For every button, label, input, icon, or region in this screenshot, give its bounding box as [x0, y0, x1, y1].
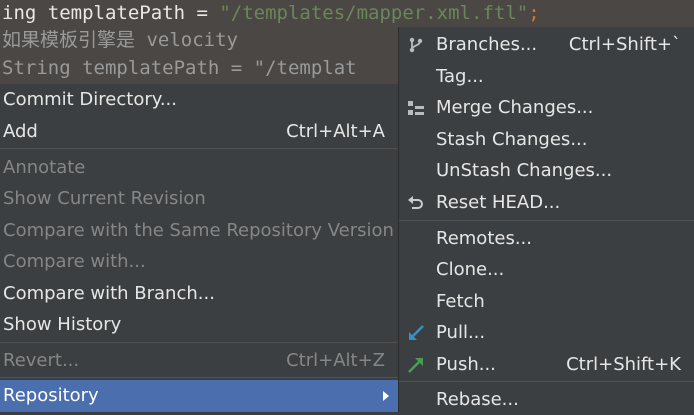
context-menu: Commit Directory... Add Ctrl+Alt+A Annota…: [0, 84, 398, 412]
menu-item-compare-with[interactable]: Compare with...: [0, 246, 398, 277]
menu-item-show-history[interactable]: Show History: [0, 309, 398, 340]
submenu-item-stash-changes[interactable]: Stash Changes...: [399, 124, 694, 155]
submenu-item-label: Stash Changes...: [436, 129, 588, 150]
menu-item-label: Repository: [3, 385, 99, 406]
submenu-item-tag[interactable]: Tag...: [399, 61, 694, 92]
menu-item-show-current-revision[interactable]: Show Current Revision: [0, 183, 398, 214]
menu-item-label: Compare with Branch...: [3, 283, 215, 304]
pull-icon: [409, 325, 424, 340]
submenu-arrow-icon: [383, 391, 389, 401]
submenu-item-fetch[interactable]: Fetch: [399, 286, 694, 317]
submenu-item-rebase[interactable]: Rebase...: [399, 384, 694, 415]
menu-item-label: Compare with...: [3, 251, 146, 272]
submenu-item-label: Branches...: [436, 34, 538, 55]
menu-item-label: Revert...: [3, 350, 80, 371]
submenu-item-label: Remotes...: [436, 228, 532, 249]
submenu-item-shortcut: Ctrl+Shift+K: [566, 354, 681, 375]
submenu-separator: [399, 220, 694, 221]
menu-item-annotate[interactable]: Annotate: [0, 152, 398, 183]
code-semicolon: ;: [528, 2, 540, 24]
code-string: "/templates/mapper.xml.ftl": [219, 2, 529, 24]
merge-icon: [408, 101, 424, 115]
submenu-item-unstash-changes[interactable]: UnStash Changes...: [399, 155, 694, 186]
submenu-item-label: Pull...: [436, 322, 486, 343]
menu-item-label: Show History: [3, 314, 122, 335]
submenu-item-label: Clone...: [436, 259, 505, 280]
submenu-item-label: Fetch: [436, 291, 485, 312]
submenu-separator: [399, 381, 694, 382]
code-line: ing templatePath = "/templates/mapper.xm…: [2, 0, 540, 26]
submenu-item-clone[interactable]: Clone...: [399, 254, 694, 285]
submenu-item-label: Tag...: [436, 66, 484, 87]
menu-separator: [0, 148, 398, 149]
submenu-item-pull[interactable]: Pull...: [399, 317, 694, 348]
submenu-item-push[interactable]: Push... Ctrl+Shift+K: [399, 349, 694, 380]
submenu-item-label: Merge Changes...: [436, 97, 594, 118]
submenu-item-label: Rebase...: [436, 389, 519, 410]
menu-item-label: Add: [3, 121, 38, 142]
menu-item-label: Annotate: [3, 157, 86, 178]
repository-submenu: Branches... Ctrl+Shift+` Tag... Merge Ch…: [398, 27, 694, 412]
submenu-item-label: Push...: [436, 354, 496, 375]
menu-item-revert[interactable]: Revert... Ctrl+Alt+Z: [0, 345, 398, 376]
submenu-item-merge-changes[interactable]: Merge Changes...: [399, 92, 694, 123]
menu-item-label: Show Current Revision: [3, 188, 206, 209]
code-line: String templatePath = "/templat: [2, 55, 357, 81]
code-text: ing templatePath =: [2, 2, 220, 24]
menu-item-label: Compare with the Same Repository Version: [3, 220, 394, 241]
menu-separator: [0, 377, 398, 378]
menu-item-label: Commit Directory...: [3, 89, 177, 110]
submenu-item-reset-head[interactable]: Reset HEAD...: [399, 187, 694, 218]
menu-item-shortcut: Ctrl+Alt+A: [286, 121, 385, 142]
submenu-item-label: Reset HEAD...: [436, 192, 561, 213]
submenu-item-branches[interactable]: Branches... Ctrl+Shift+`: [399, 29, 694, 60]
reset-icon: [408, 196, 423, 209]
code-text: String templatePath = "/templat: [2, 57, 357, 79]
menu-item-commit-directory[interactable]: Commit Directory...: [0, 84, 398, 115]
menu-item-compare-same-repo-version[interactable]: Compare with the Same Repository Version: [0, 215, 398, 246]
menu-item-repository[interactable]: Repository: [0, 380, 398, 412]
submenu-item-label: UnStash Changes...: [436, 160, 613, 181]
menu-separator: [0, 342, 398, 343]
menu-item-shortcut: Ctrl+Alt+Z: [286, 350, 385, 371]
menu-item-compare-with-branch[interactable]: Compare with Branch...: [0, 278, 398, 309]
branch-icon: [409, 37, 423, 53]
code-comment-line: 如果模板引擎是 velocity: [2, 27, 238, 53]
menu-item-add[interactable]: Add Ctrl+Alt+A: [0, 116, 398, 147]
submenu-item-remotes[interactable]: Remotes...: [399, 223, 694, 254]
push-icon: [408, 358, 423, 373]
code-comment: 如果模板引擎是 velocity: [2, 29, 238, 51]
submenu-item-shortcut: Ctrl+Shift+`: [568, 34, 681, 55]
